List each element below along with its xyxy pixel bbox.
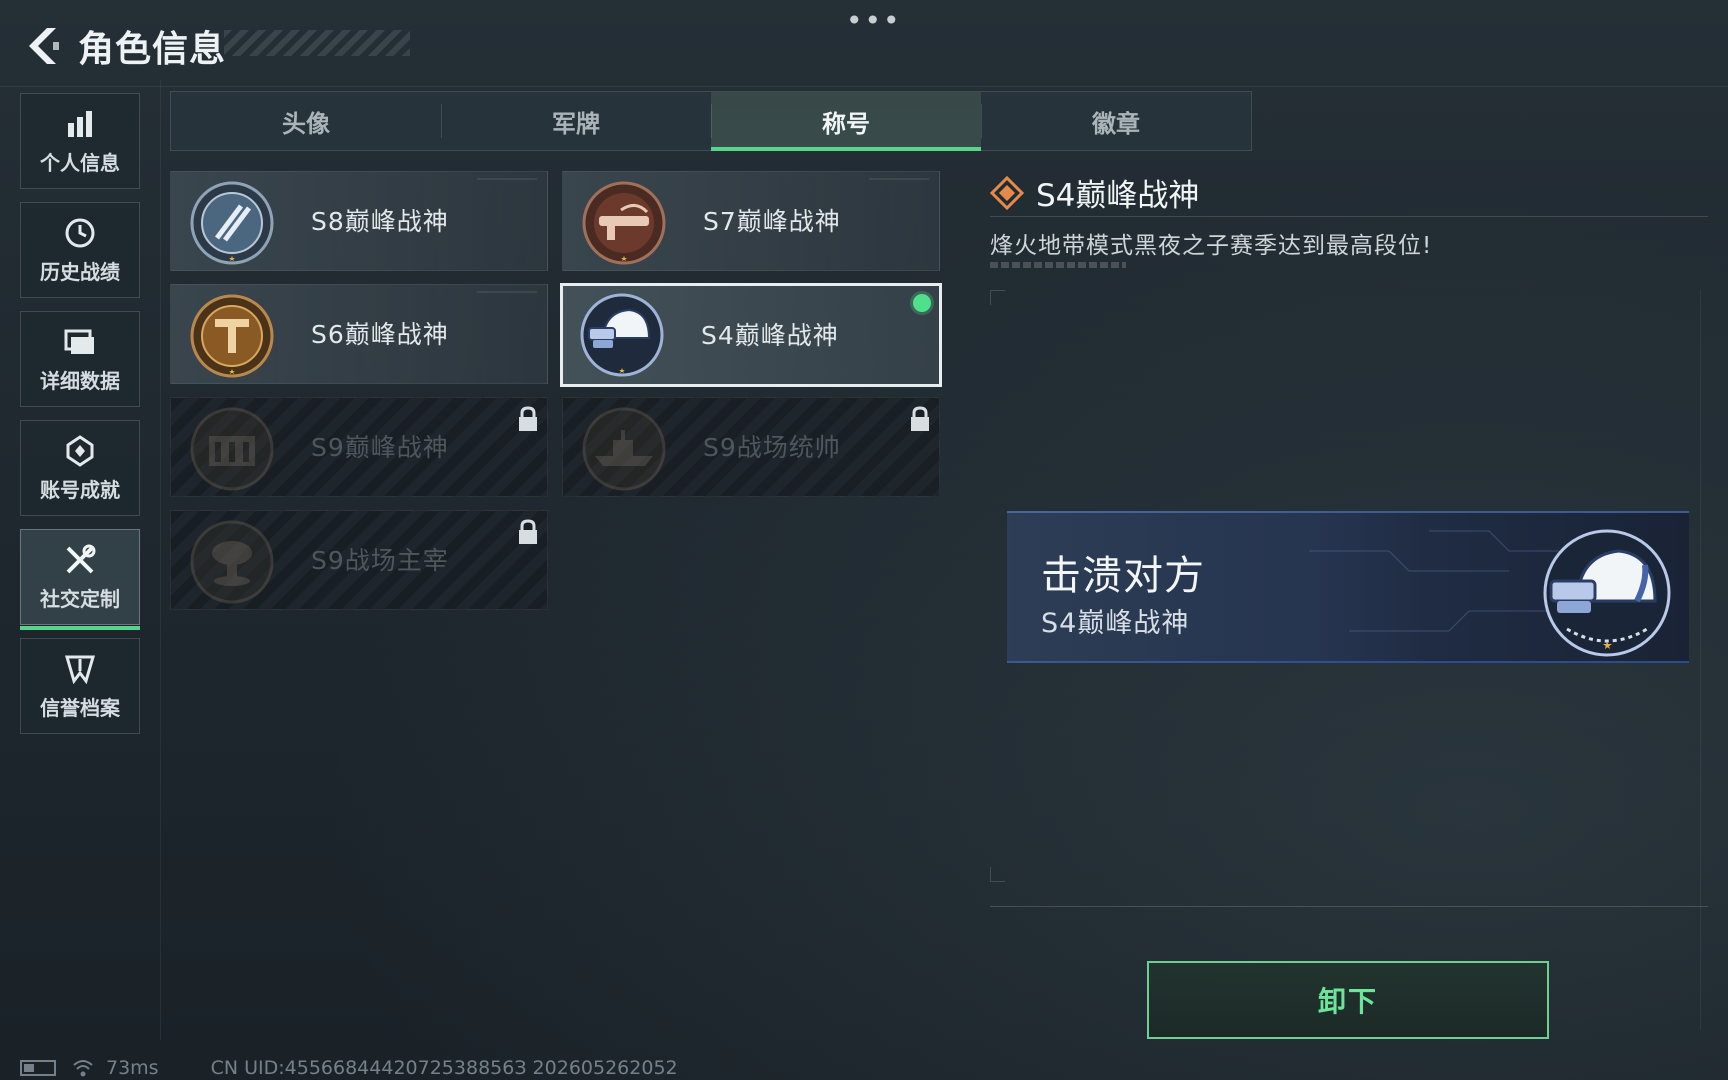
card-decor <box>477 291 537 293</box>
lock-icon <box>519 519 537 544</box>
back-arrow-icon <box>29 28 59 64</box>
sidebar-item-label: 历史战绩 <box>40 259 120 284</box>
sidebar-item-label: 详细数据 <box>40 368 120 393</box>
ping-value: 73ms <box>106 1057 159 1079</box>
banner-sub-text: S4巅峰战神 <box>1041 608 1190 639</box>
app-root: 角色信息 ••• 个人信息 历史战绩 详细数据 账号成就 社交定制 信誉档案 头… <box>0 0 1728 1080</box>
bar-chart-icon <box>63 107 97 141</box>
banner-main-text: 击溃对方 <box>1041 553 1205 599</box>
frame-corner <box>990 867 1005 882</box>
title-card-s6[interactable]: S6巅峰战神 <box>170 284 548 384</box>
s9-mushroom-cloud-emblem-icon <box>190 520 274 604</box>
divider <box>990 906 1708 907</box>
frame-corner <box>990 290 1005 305</box>
history-clock-icon <box>63 216 97 250</box>
sidebar-item-history[interactable]: 历史战绩 <box>20 202 140 298</box>
s7-emblem-icon <box>582 181 666 265</box>
decor-line <box>0 86 1728 87</box>
back-button[interactable] <box>20 24 64 68</box>
tools-icon <box>63 543 97 577</box>
lock-icon <box>519 406 537 431</box>
title-name: S4巅峰战神 <box>701 321 839 350</box>
description-decor <box>990 262 1126 268</box>
sidebar: 个人信息 历史战绩 详细数据 账号成就 社交定制 信誉档案 <box>20 93 144 747</box>
sidebar-item-credit[interactable]: 信誉档案 <box>20 638 140 734</box>
sidebar-item-label: 账号成就 <box>40 477 120 502</box>
sidebar-item-label: 个人信息 <box>40 150 120 175</box>
title-name: S7巅峰战神 <box>703 207 841 236</box>
status-bar: 73ms CN UID:4556684442072538856З 2026052… <box>20 1056 678 1080</box>
folder-icon <box>63 325 97 359</box>
achievement-icon <box>63 434 97 468</box>
detail-title: S4巅峰战神 <box>1036 178 1200 214</box>
s9-ship-emblem-icon <box>582 407 666 491</box>
sidebar-item-label: 社交定制 <box>40 586 120 611</box>
tab-badge[interactable]: 徽章 <box>981 92 1251 150</box>
s4-helmet-emblem-icon <box>1543 529 1671 657</box>
tab-avatar[interactable]: 头像 <box>171 92 441 150</box>
title-rank-icon <box>990 175 1024 210</box>
page-title: 角色信息 <box>78 29 227 70</box>
top-bar: 角色信息 <box>20 18 226 74</box>
sidebar-item-achievements[interactable]: 账号成就 <box>20 420 140 516</box>
card-decor <box>869 178 929 180</box>
title-name: S8巅峰战神 <box>311 207 449 236</box>
divider <box>990 216 1708 217</box>
s8-emblem-icon <box>190 181 274 265</box>
title-card-s8[interactable]: S8巅峰战神 <box>170 171 548 271</box>
more-options-button[interactable]: ••• <box>846 4 902 37</box>
detail-header: S4巅峰战神 <box>990 170 1199 215</box>
s4-helmet-emblem-icon <box>580 293 664 377</box>
uid-text: CN UID:4556684442072538856З 202605262052 <box>210 1057 678 1079</box>
title-name: S9战场主宰 <box>311 546 449 575</box>
title-card-s4[interactable]: S4巅峰战神 <box>560 283 942 387</box>
equipped-indicator <box>913 294 931 312</box>
tab-dog-tag[interactable]: 军牌 <box>441 92 711 150</box>
sidebar-item-label: 信誉档案 <box>40 695 120 720</box>
title-card-s9-peak[interactable]: S9巅峰战神 <box>170 397 548 497</box>
sidebar-item-personal-info[interactable]: 个人信息 <box>20 93 140 189</box>
card-decor <box>477 178 537 180</box>
s9-building-emblem-icon <box>190 407 274 491</box>
battery-icon <box>20 1060 56 1076</box>
credit-shield-icon <box>63 652 97 686</box>
title-name: S9巅峰战神 <box>311 433 449 462</box>
title-card-s7[interactable]: S7巅峰战神 <box>562 171 940 271</box>
title-name: S6巅峰战神 <box>311 320 449 349</box>
title-name: S9战场统帅 <box>703 433 841 462</box>
title-hatch-decor <box>224 30 410 56</box>
detail-description: 烽火地带模式黑夜之子赛季达到最高段位! <box>990 233 1433 259</box>
sidebar-item-social-custom[interactable]: 社交定制 <box>20 529 140 630</box>
s6-emblem-icon <box>190 294 274 378</box>
sidebar-item-detailed-data[interactable]: 详细数据 <box>20 311 140 407</box>
decor-line <box>160 80 161 1040</box>
title-card-s9-dominator[interactable]: S9战场主宰 <box>170 510 548 610</box>
wifi-icon <box>73 1060 93 1077</box>
unequip-button[interactable]: 卸下 <box>1147 961 1549 1039</box>
tab-title[interactable]: 称号 <box>711 92 981 151</box>
title-banner-preview: 击溃对方 S4巅峰战神 <box>1007 511 1689 663</box>
title-card-s9-commander[interactable]: S9战场统帅 <box>562 397 940 497</box>
lock-icon <box>911 406 929 431</box>
category-tabs: 头像 军牌 称号 徽章 <box>170 91 1252 151</box>
